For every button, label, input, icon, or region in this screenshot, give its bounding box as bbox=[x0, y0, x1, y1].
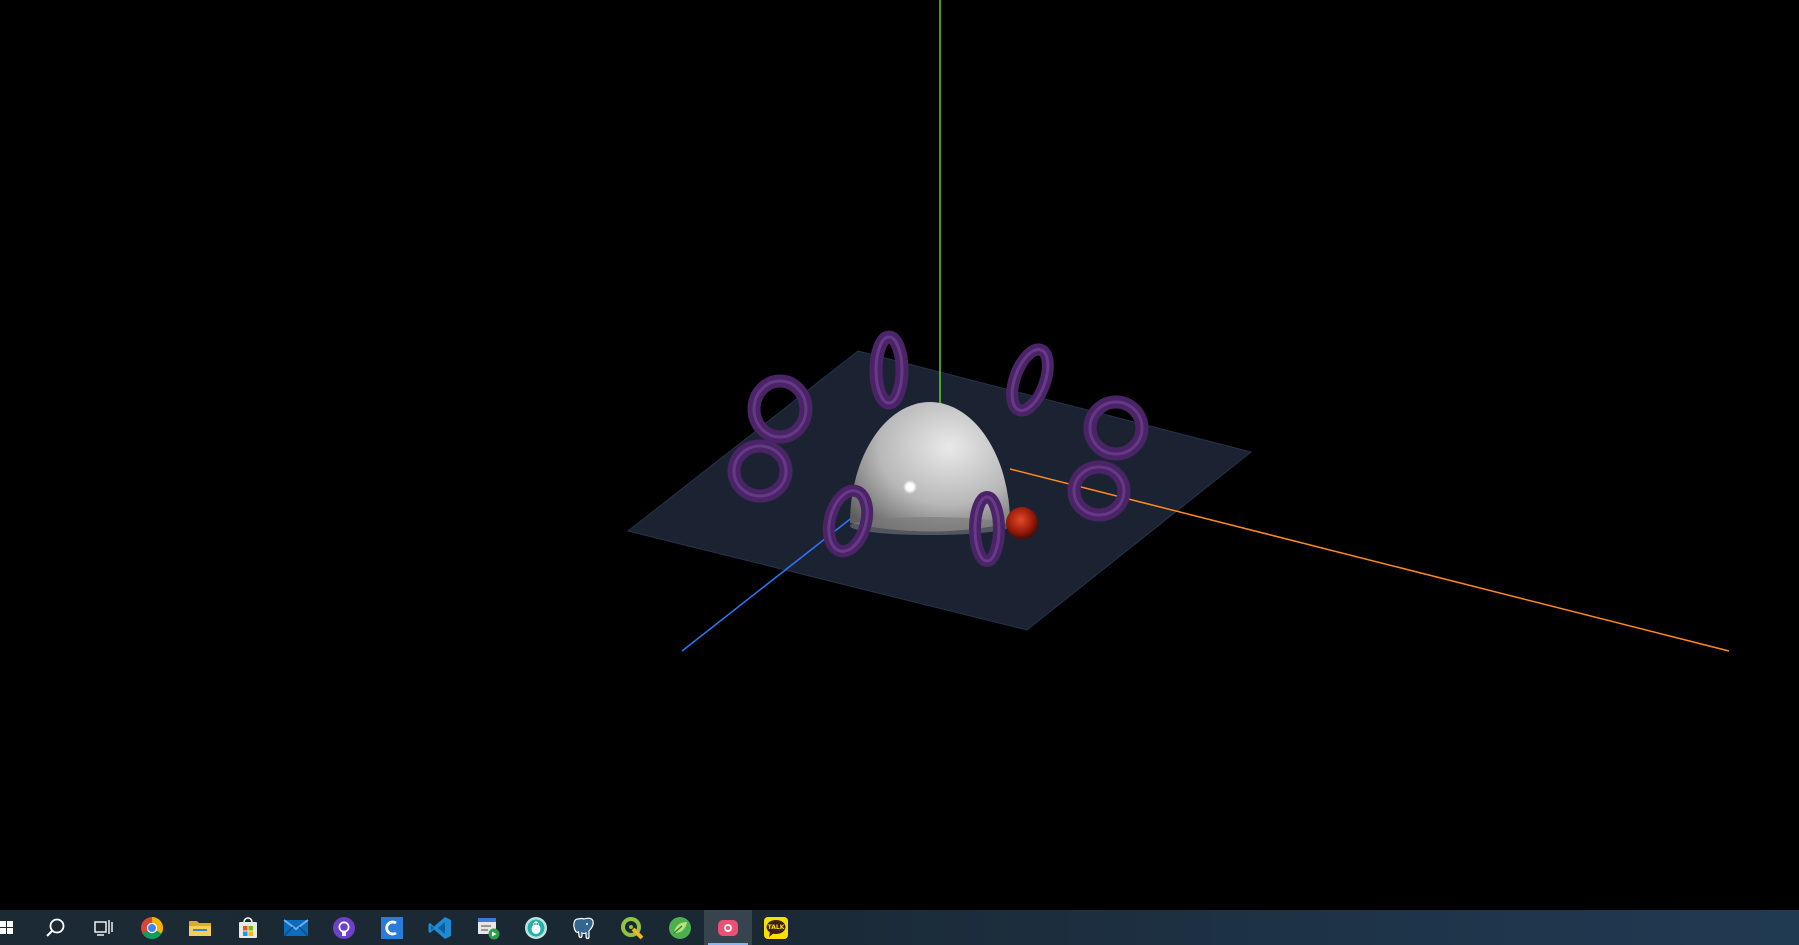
taskbar-app-window[interactable] bbox=[464, 910, 512, 945]
taskbar-file-explorer[interactable] bbox=[176, 910, 224, 945]
task-view-button[interactable] bbox=[80, 910, 128, 945]
microsoft-store-icon bbox=[239, 916, 257, 938]
c-app-icon bbox=[381, 916, 403, 939]
taskbar-github-desktop[interactable] bbox=[320, 910, 368, 945]
task-view-icon bbox=[94, 919, 113, 936]
kakaotalk-label: TALK bbox=[768, 924, 785, 931]
app-window-icon bbox=[478, 917, 500, 939]
windows-taskbar: TALK bbox=[0, 910, 1799, 945]
chrome-icon bbox=[141, 916, 163, 939]
green-app-icon bbox=[669, 916, 691, 939]
taskbar-screen-recorder[interactable] bbox=[704, 910, 752, 945]
search-button[interactable] bbox=[32, 910, 80, 945]
taskbar-vscode[interactable] bbox=[416, 910, 464, 945]
bug-app-icon bbox=[525, 916, 547, 939]
windows-start-button[interactable] bbox=[0, 910, 32, 945]
small-red-sphere bbox=[1006, 507, 1038, 539]
taskbar-bug-app[interactable] bbox=[512, 910, 560, 945]
kakaotalk-icon: TALK bbox=[764, 916, 788, 939]
screen-recorder-icon bbox=[718, 919, 738, 936]
taskbar-mail[interactable] bbox=[272, 910, 320, 945]
taskbar-chrome[interactable] bbox=[128, 910, 176, 945]
qgis-icon bbox=[621, 916, 644, 939]
taskbar-postgresql[interactable] bbox=[560, 910, 608, 945]
taskbar-green-app[interactable] bbox=[656, 910, 704, 945]
3d-viewport[interactable] bbox=[0, 0, 1799, 910]
vscode-icon bbox=[428, 916, 451, 939]
point-light bbox=[903, 480, 917, 494]
postgresql-icon bbox=[573, 917, 594, 939]
taskbar-microsoft-store[interactable] bbox=[224, 910, 272, 945]
file-explorer-icon bbox=[189, 920, 211, 936]
taskbar-c-app[interactable] bbox=[368, 910, 416, 945]
mail-icon bbox=[283, 918, 309, 937]
search-icon bbox=[46, 918, 65, 937]
windows-start-icon bbox=[0, 920, 13, 934]
taskbar-qgis[interactable] bbox=[608, 910, 656, 945]
taskbar-kakaotalk[interactable]: TALK bbox=[752, 910, 800, 945]
github-desktop-icon bbox=[333, 916, 355, 939]
